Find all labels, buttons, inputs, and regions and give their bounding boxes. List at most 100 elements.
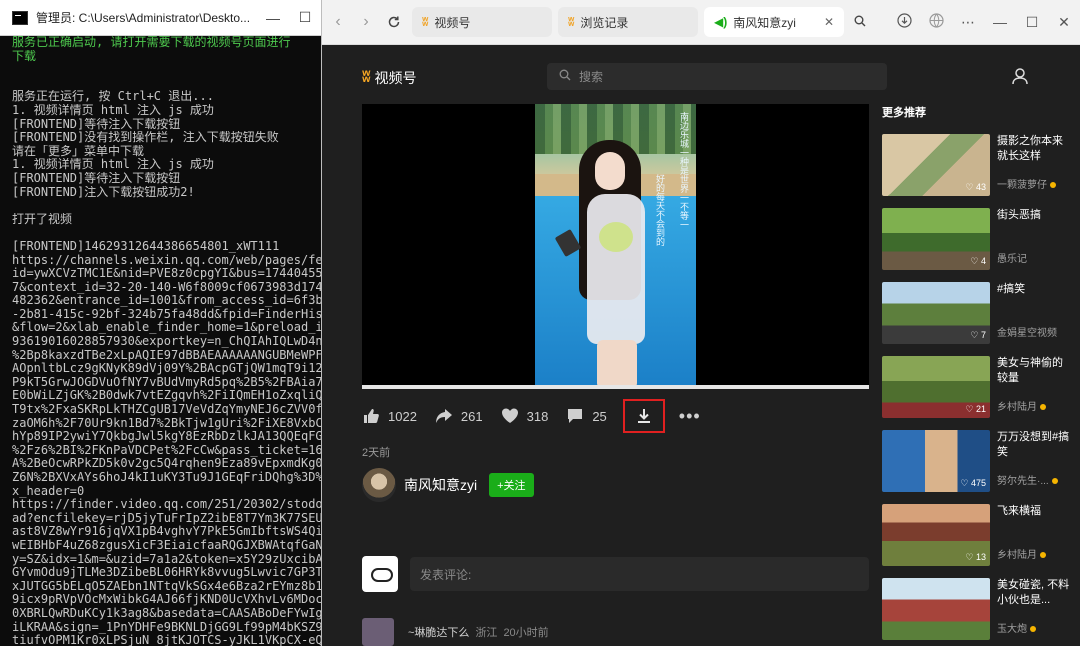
console-line: %2Fz6%2BI%2FKnPaVDCPet%2FcCw&pass_ticket…	[12, 443, 321, 457]
tab-channels[interactable]: ʬ 视频号	[412, 7, 552, 37]
video-overlay-text-2: 好的每天不会到的	[655, 174, 665, 246]
tab-history[interactable]: ʬ 浏览记录	[558, 7, 698, 37]
user-icon[interactable]	[1010, 66, 1030, 86]
more-options-icon[interactable]: •••	[679, 406, 701, 427]
recommend-item[interactable]: ♡ 4 街头恶搞愚乐记	[882, 208, 1072, 282]
console-line: 1. 视频详情页 html 注入 js 成功	[12, 158, 214, 172]
recommend-title-text[interactable]: #搞笑	[997, 282, 1072, 297]
video-frame: 南边乐城一种是世界一不等一 好的每天不会到的	[535, 104, 696, 389]
recommend-thumbnail[interactable]: ♡ 43	[882, 134, 990, 196]
recommend-author-name: 努尔先生·...	[997, 476, 1049, 487]
recommend-like-count: ♡ 475	[960, 478, 986, 488]
search-input[interactable]: 搜索	[547, 63, 887, 90]
recommend-thumbnail[interactable]: ♡ 475	[882, 430, 990, 492]
console-line: [FRONTEND]14629312644386654801_xWT111	[12, 239, 280, 253]
recommend-thumbnail[interactable]: ♡ 4	[882, 208, 990, 270]
favorite-count: 318	[526, 408, 549, 424]
recommend-title-text[interactable]: 美女与神偷的较量	[997, 356, 1072, 386]
like-button[interactable]: 1022	[362, 407, 417, 425]
commenter-name[interactable]: ~琳脆达下么	[408, 624, 469, 640]
recommend-author[interactable]: 一颗菠萝仔	[997, 176, 1072, 191]
video-progress-bar[interactable]	[362, 385, 869, 389]
download-manager-icon[interactable]	[888, 13, 920, 31]
channels-logo[interactable]: ʬ 视频号	[362, 68, 417, 88]
tab-video[interactable]: ◀) 南风知意zyi ✕	[704, 7, 844, 37]
console-line: ad?encfilekey=rjD5jyTuFrIpZ2ibE8T7Ym3K77…	[12, 511, 321, 525]
recommend-title-text[interactable]: 万万没想到#搞笑	[997, 430, 1072, 460]
recommend-author[interactable]: 努尔先生·...	[997, 472, 1072, 487]
maximize-button[interactable]: ☐	[289, 9, 321, 26]
minimize-button[interactable]: —	[257, 10, 289, 26]
recommend-title-text[interactable]: 美女碰瓷, 不料小伙也是...	[997, 578, 1072, 608]
comment-input[interactable]: 发表评论:	[410, 557, 869, 591]
heart-icon	[501, 408, 518, 423]
tab-close-icon[interactable]: ✕	[824, 15, 834, 29]
author-avatar[interactable]	[362, 468, 396, 502]
minimize-button[interactable]: —	[984, 14, 1016, 30]
reload-button[interactable]	[382, 10, 406, 34]
tab-search-icon[interactable]	[844, 14, 876, 30]
recommend-item[interactable]: ♡ 475 万万没想到#搞笑努尔先生·...	[882, 430, 1072, 504]
console-line: 7&context_id=32-20-140-W6f8009cf0673983d…	[12, 280, 321, 294]
recommend-thumbnail[interactable]: ♡ 13	[882, 504, 990, 566]
verified-badge-icon	[1040, 404, 1046, 411]
console-line: 93619016028857930&exportkey=n_ChQIAhIQLw…	[12, 335, 321, 349]
recommend-item[interactable]: ♡ 43 摄影之你本来就长这样一颗菠萝仔	[882, 134, 1072, 208]
follow-button[interactable]: +关注	[489, 473, 534, 497]
recommend-title-text[interactable]: 摄影之你本来就长这样	[997, 134, 1072, 164]
share-button[interactable]: 261	[435, 407, 483, 425]
forward-button[interactable]: ›	[354, 10, 378, 34]
console-line: 482362&entrance_id=1001&from_access_id=6…	[12, 294, 321, 308]
author-name[interactable]: 南风知意zyi	[404, 475, 477, 495]
console-line: 服务已正确启动, 请打开需要下载的视频号页面进行	[12, 36, 291, 49]
recommend-author-name: 乡村陆月	[997, 550, 1037, 561]
more-menu-icon[interactable]: ⋯	[952, 14, 984, 31]
console-line: 下载	[12, 49, 37, 63]
recommend-item[interactable]: ♡ 7 #搞笑金娟星空视频	[882, 282, 1072, 356]
like-count: 1022	[388, 408, 417, 424]
download-icon	[637, 409, 650, 423]
maximize-button[interactable]: ☐	[1016, 14, 1048, 31]
recommend-title-text[interactable]: 街头恶搞	[997, 208, 1072, 223]
commenter-avatar[interactable]	[362, 618, 394, 646]
console-line: [FRONTEND]等待注入下载按钮	[12, 117, 181, 131]
video-player[interactable]: 南边乐城一种是世界一不等一 好的每天不会到的	[362, 104, 869, 389]
recommend-thumbnail[interactable]: ♡ 7	[882, 282, 990, 344]
recommend-author[interactable]: 愚乐记	[997, 250, 1072, 265]
console-line: [FRONTEND]等待注入下载按钮	[12, 171, 181, 185]
favorite-button[interactable]: 318	[501, 407, 549, 425]
recommend-title: 更多推荐	[882, 107, 926, 119]
console-line: id=ywXCVzTMC1E&nid=PVE8z0cpgYI&bus=17440…	[12, 267, 321, 281]
recommend-author[interactable]: 玉大炮	[997, 620, 1072, 635]
recommend-like-count: ♡ 7	[970, 330, 986, 340]
tab-label: 视频号	[434, 15, 471, 30]
console-line: xJUTGG5bELqO5ZAEbn1NTtqVkSGx4e6Bza2rEYmz…	[12, 579, 321, 593]
verified-badge-icon	[1050, 182, 1056, 189]
verified-badge-icon	[1030, 626, 1036, 633]
recommend-author[interactable]: 金娟星空视频	[997, 324, 1072, 339]
recommend-title-text[interactable]: 飞来横福	[997, 504, 1072, 519]
console-line: ast8VZ8wYr916jqVX1pB4vghvY7PkE5GmIbftsWS…	[12, 525, 321, 539]
channels-icon: ʬ	[568, 15, 575, 29]
console-line: [FRONTEND]注入下载按钮成功2!	[12, 185, 195, 199]
console-line: 打开了视频	[12, 212, 73, 226]
recommend-author[interactable]: 乡村陆月	[997, 398, 1072, 413]
recommend-thumbnail[interactable]: ♡ 21	[882, 356, 990, 418]
download-button[interactable]	[622, 399, 665, 433]
back-button[interactable]: ‹	[326, 10, 350, 34]
globe-icon[interactable]	[920, 13, 952, 31]
console-line: -2b81-415c-92bf-324b75fa48dd&fpid=Finder…	[12, 307, 321, 321]
video-progress-fill	[362, 385, 869, 389]
current-user-avatar	[362, 556, 398, 592]
close-button[interactable]: ✕	[1048, 14, 1080, 31]
comment-button[interactable]: 25	[566, 407, 607, 425]
recommend-item[interactable]: ♡ 21 美女与神偷的较量乡村陆月	[882, 356, 1072, 430]
console-line: T9tx%2FxaSKRpLkTHZCgUB17VeVdZqYmyNEJ6cZV…	[12, 403, 321, 417]
recommend-thumbnail[interactable]	[882, 578, 990, 640]
recommend-item[interactable]: ♡ 13 飞来横福乡村陆月	[882, 504, 1072, 578]
video-coconut	[599, 222, 633, 252]
comment-icon	[568, 409, 583, 423]
recommend-author[interactable]: 乡村陆月	[997, 546, 1072, 561]
recommend-item[interactable]: 美女碰瓷, 不料小伙也是... 玉大炮	[882, 578, 1072, 646]
